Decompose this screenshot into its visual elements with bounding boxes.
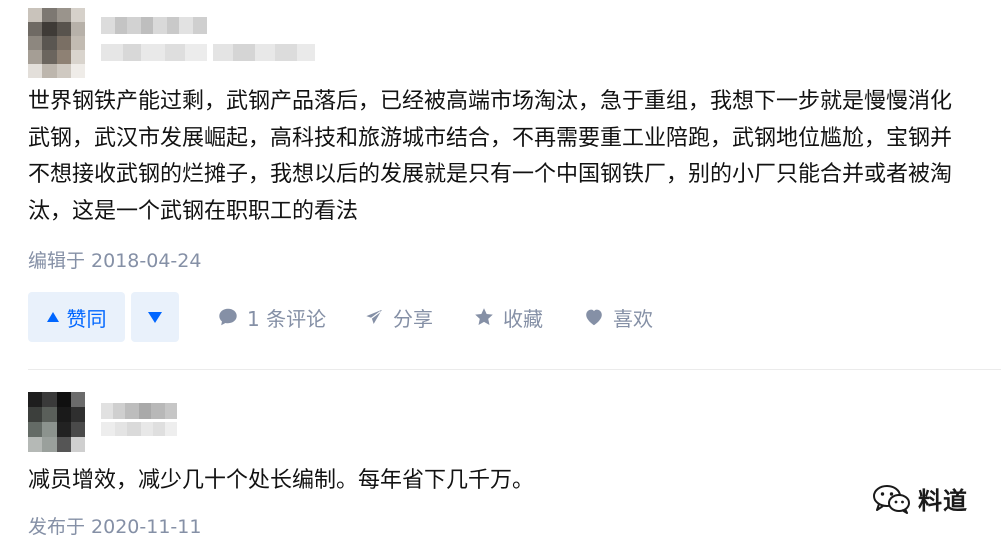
commenter-bio-blurred: [101, 422, 177, 436]
comments-button[interactable]: 1 条评论: [217, 300, 326, 334]
like-label: 喜欢: [613, 306, 653, 331]
paper-plane-icon: [364, 308, 384, 326]
downvote-button[interactable]: [131, 292, 179, 342]
published-date[interactable]: 发布于 2020-11-11: [28, 512, 201, 539]
star-icon: [475, 308, 493, 325]
commenter-name-blurred[interactable]: [101, 403, 177, 419]
answer-line: 世界钢铁产能过剩，武钢产品落后，已经被高端市场淘汰，急于重组，我想下一步就是慢慢…: [28, 89, 953, 114]
answer-line: 武钢，武汉市发展崛起，高科技和旅游城市结合，不再需要重工业陪跑，武钢地位尴尬，宝…: [28, 125, 953, 151]
triangle-up-icon: [46, 312, 59, 322]
commenter-avatar[interactable]: [28, 392, 85, 452]
item-divider: [28, 369, 1001, 370]
answer-content: 世界钢铁产能过剩，武钢产品落后，已经被高端市场淘汰，急于重组，我想下一步就是慢慢…: [28, 84, 988, 230]
comments-label: 1 条评论: [247, 306, 327, 331]
upvote-label: 赞同: [66, 306, 107, 331]
comment-bubble-icon: [219, 308, 237, 326]
answer-line: 不想接收武钢的烂摊子，我想以后的发展就是只有一个中国钢铁厂，别的小厂只能合并或者…: [28, 162, 953, 187]
upvote-button[interactable]: 赞同: [28, 292, 125, 342]
edited-date[interactable]: 编辑于 2018-04-24: [28, 246, 201, 273]
share-button[interactable]: 分享: [363, 300, 433, 334]
share-label: 分享: [393, 306, 433, 331]
answer-line: 汰，这是一个武钢在职职工的看法: [28, 198, 359, 224]
heart-icon: [586, 309, 602, 326]
triangle-down-icon: [148, 311, 162, 323]
author-bio-blurred: [101, 44, 315, 61]
collect-label: 收藏: [503, 306, 543, 331]
comment-content: 减员增效，减少几十个处长编制。每年省下几千万。: [28, 468, 535, 493]
collect-button[interactable]: 收藏: [473, 300, 543, 334]
author-name-blurred[interactable]: [101, 17, 207, 34]
author-avatar[interactable]: [28, 8, 85, 78]
like-button[interactable]: 喜欢: [583, 300, 653, 334]
watermark-text: 料道: [918, 487, 968, 515]
watermark: 料道: [872, 481, 968, 516]
wechat-logo-icon: [873, 484, 910, 514]
